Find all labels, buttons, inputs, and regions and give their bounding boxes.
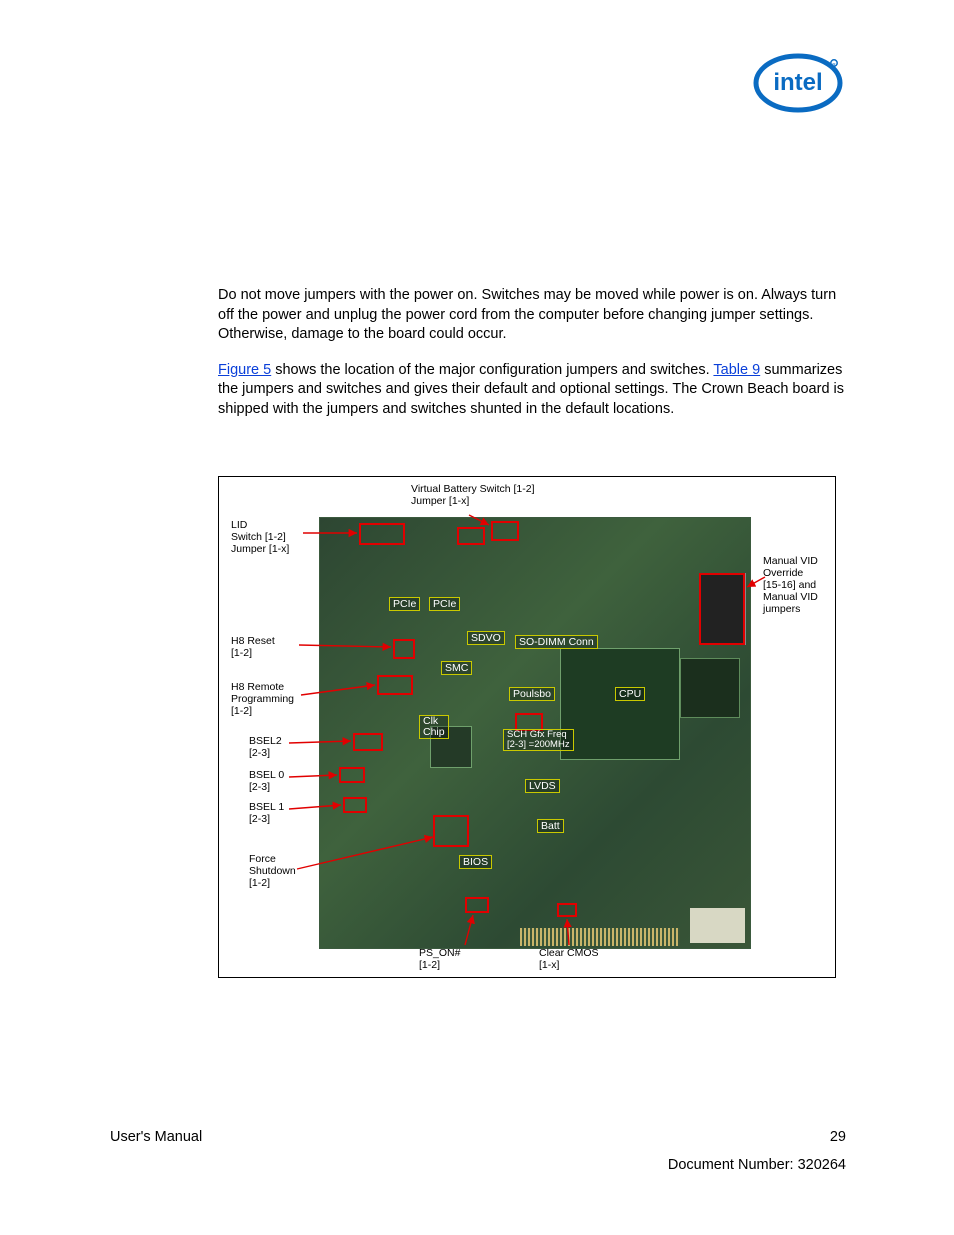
redbox-force <box>433 815 469 847</box>
redbox-vid <box>699 573 745 645</box>
label-h8-reset: H8 Reset [1-2] <box>231 635 275 659</box>
chip-label-smc: SMC <box>441 661 472 675</box>
redbox-bsel2 <box>353 733 383 751</box>
label-bsel0: BSEL 0 [2-3] <box>249 769 284 793</box>
footer-page-number: 29 <box>830 1129 846 1145</box>
label-clear-cmos: Clear CMOS [1-x] <box>539 947 599 971</box>
chip-label-lvds: LVDS <box>525 779 560 793</box>
chip-label-sodimm: SO-DIMM Conn <box>515 635 598 649</box>
label-virtual-battery: Virtual Battery Switch [1-2] Jumper [1-x… <box>411 483 535 507</box>
label-bsel2: BSEL2 [2-3] <box>249 735 282 759</box>
chip-label-poulsbo: Poulsbo <box>509 687 555 701</box>
footer-left: User's Manual <box>110 1129 202 1145</box>
redbox-bsel1 <box>343 797 367 813</box>
intel-logo: intel R <box>752 52 844 114</box>
label-lid: LID Switch [1-2] Jumper [1-x] <box>231 519 289 555</box>
label-manual-vid: Manual VID Override [15-16] and Manual V… <box>763 555 818 615</box>
label-force-shutdown: Force Shutdown [1-2] <box>249 853 296 889</box>
document-page: intel R Do not move jumpers with the pow… <box>0 0 954 1235</box>
redbox-h8reset <box>393 639 415 659</box>
redbox-h8remote <box>377 675 413 695</box>
paragraph-1: Do not move jumpers with the power on. S… <box>218 286 844 345</box>
power-connector <box>690 908 745 943</box>
redbox-bsel0 <box>339 767 365 783</box>
footer-document-number: Document Number: 320264 <box>668 1157 846 1173</box>
body-text: Do not move jumpers with the power on. S… <box>218 286 844 435</box>
svg-text:intel: intel <box>773 69 822 96</box>
chip-label-sdvo: SDVO <box>467 631 505 645</box>
label-bsel1: BSEL 1 [2-3] <box>249 801 284 825</box>
chip-label-batt: Batt <box>537 819 564 833</box>
paragraph-2: Figure 5 shows the location of the major… <box>218 361 844 420</box>
chip-label-pcie1: PCIe <box>389 597 420 611</box>
redbox-lid <box>359 523 405 545</box>
figure-5-link[interactable]: Figure 5 <box>218 362 271 378</box>
edge-connector <box>520 928 680 946</box>
redbox-cmos <box>557 903 577 917</box>
label-ps-on: PS_ON# [1-2] <box>419 947 460 971</box>
table-9-link[interactable]: Table 9 <box>713 362 760 378</box>
chip-label-pcie2: PCIe <box>429 597 460 611</box>
poulsbo-chip-area <box>560 648 680 760</box>
p2b: shows the location of the major configur… <box>271 362 713 378</box>
label-h8-remote: H8 Remote Programming [1-2] <box>231 681 294 717</box>
cpu-socket-area <box>680 658 740 718</box>
redbox-vbatt2 <box>457 527 485 545</box>
chip-label-clk-chip: Clk Chip <box>419 715 449 739</box>
redbox-pson <box>465 897 489 913</box>
chip-label-sch-gfx: SCH Gfx Freq [2-3] =200MHz <box>503 729 574 751</box>
redbox-vbatt1 <box>491 521 519 541</box>
figure-5-board-diagram: Virtual Battery Switch [1-2] Jumper [1-x… <box>218 476 836 978</box>
chip-label-cpu: CPU <box>615 687 645 701</box>
chip-label-bios: BIOS <box>459 855 492 869</box>
